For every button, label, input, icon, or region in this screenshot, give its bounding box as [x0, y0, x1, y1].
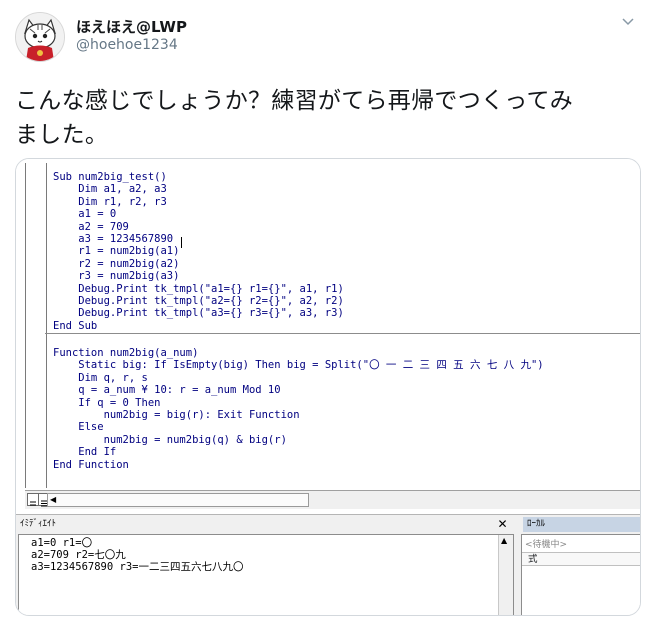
code-line: Static big: If IsEmpty(big) Then big = S…: [53, 359, 544, 372]
locals-window-title: ﾛｰｶﾙ: [523, 517, 640, 532]
code-line: Debug.Print tk_tmpl("a2={} r2={}", a2, r…: [53, 294, 344, 307]
code-line: Debug.Print tk_tmpl("a3={} r3={}", a3, r…: [53, 307, 344, 320]
debug-panels: ｲﾐﾃﾞｨｴｲﾄ ✕ a1=0 r1=〇 a2=709 r2=七〇九 a3=1234…: [16, 514, 640, 615]
code-line: a2 = 709: [53, 220, 129, 233]
text-cursor: [181, 237, 182, 248]
output-line: a1=0 r1=〇: [31, 537, 93, 549]
code-line: Dim q, r, s: [53, 371, 148, 384]
code-line: Else: [53, 421, 104, 434]
horizontal-scrollbar[interactable]: ◀: [47, 493, 309, 507]
function-procedure-code[interactable]: Function num2big(a_num) Static big: If I…: [53, 347, 544, 471]
immediate-window[interactable]: a1=0 r1=〇 a2=709 r2=七〇九 a3=1234567890 r3=一…: [18, 534, 514, 615]
locals-window[interactable]: <待機中> 式: [521, 534, 640, 615]
code-line: End Function: [53, 458, 129, 471]
avatar[interactable]: [15, 12, 65, 62]
procedure-separator: [45, 333, 640, 334]
tweet-media-screenshot[interactable]: Sub num2big_test() Dim a1, a2, a3 Dim r1…: [15, 158, 641, 616]
chevron-down-icon[interactable]: [621, 16, 635, 26]
close-icon[interactable]: ✕: [495, 517, 510, 532]
immediate-window-title: ｲﾐﾃﾞｨｴｲﾄ: [20, 519, 57, 529]
output-line: a2=709 r2=七〇九: [31, 549, 126, 561]
tweet-header: ほえほえ@LWP @hoehoe1234: [15, 12, 635, 62]
code-line: num2big = num2big(q) & big(r): [53, 433, 287, 446]
display-name[interactable]: ほえほえ@LWP: [76, 16, 187, 37]
code-line: r1 = num2big(a1): [53, 245, 180, 258]
tweet-text: こんな感じでしょうか？練習がてら再帰でつくってみ ました。: [15, 84, 630, 152]
code-line: Dim r1, r2, r3: [53, 195, 167, 208]
vertical-scrollbar[interactable]: ▲: [498, 535, 513, 615]
code-line: End Sub: [53, 319, 98, 332]
immediate-output: a1=0 r1=〇 a2=709 r2=七〇九 a3=1234567890 r3=一…: [31, 537, 243, 573]
vba-code-window: Sub num2big_test() Dim a1, a2, a3 Dim r1…: [16, 159, 640, 510]
avatar-cat-image: [16, 13, 64, 61]
code-line: r2 = num2big(a2): [53, 257, 180, 270]
user-handle[interactable]: @hoehoe1234: [76, 37, 178, 53]
code-margin-indicator-bar: [25, 163, 47, 488]
code-line: Debug.Print tk_tmpl("a1={} r1={}", a1, r…: [53, 282, 344, 295]
tweet-text-line: こんな感じでしょうか？練習がてら再帰でつくってみ: [15, 88, 574, 114]
locals-status: <待機中>: [525, 540, 568, 550]
sub-procedure-code[interactable]: Sub num2big_test() Dim a1, a2, a3 Dim r1…: [53, 171, 344, 332]
code-line: a3 = 1234567890: [53, 232, 174, 245]
scroll-up-arrow-icon[interactable]: ▲: [501, 536, 507, 546]
code-line: r3 = num2big(a3): [53, 270, 180, 283]
code-line: Dim a1, a2, a3: [53, 183, 167, 196]
code-line: a1 = 0: [53, 208, 117, 221]
code-line: End If: [53, 446, 117, 459]
code-line: If q = 0 Then: [53, 396, 161, 409]
scroll-left-arrow-icon[interactable]: ◀: [50, 494, 56, 506]
code-line: Sub num2big_test(): [53, 171, 167, 183]
procedure-view-icon: [30, 501, 36, 506]
code-line: Function num2big(a_num): [53, 347, 199, 359]
tweet-text-line: ました。: [15, 122, 109, 148]
code-line: num2big = big(r): Exit Function: [53, 408, 300, 421]
output-line: a3=1234567890 r3=一二三四五六七八九〇: [31, 561, 244, 573]
code-window-bottom-bar: ◀: [25, 490, 640, 509]
locals-column-header: 式: [522, 552, 640, 566]
code-line: q = a_num ¥ 10: r = a_num Mod 10: [53, 384, 281, 397]
